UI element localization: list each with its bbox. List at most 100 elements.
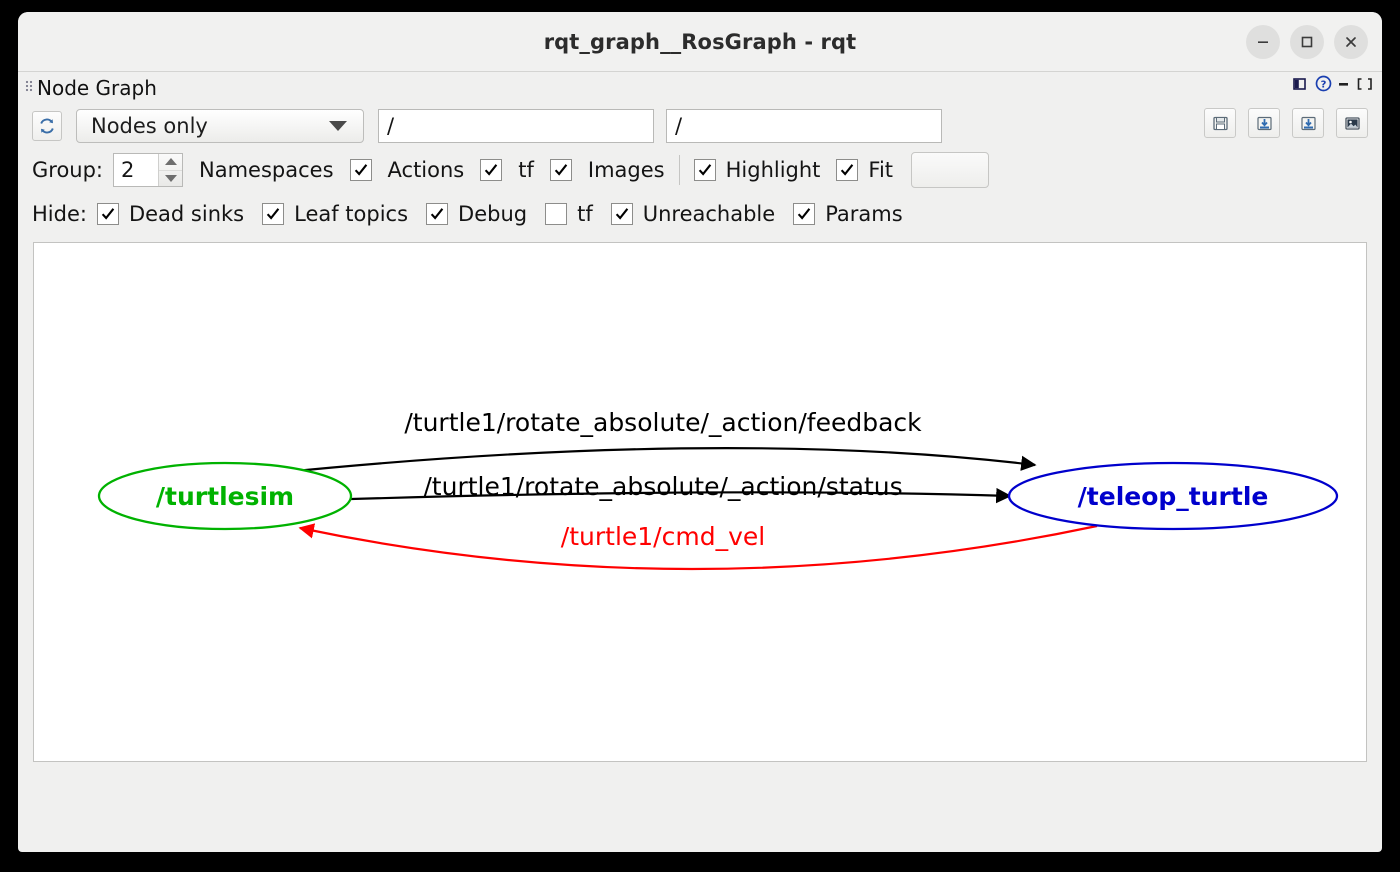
checkbox-dead-sinks[interactable]: Dead sinks [129, 202, 244, 226]
graph-node-turtlesim-label: /turtlesim [156, 482, 294, 511]
checkbox-tf-hide-label: tf [577, 202, 593, 226]
checkbox-params-label: Params [825, 202, 903, 226]
checkbox-highlight[interactable]: Highlight [726, 158, 821, 182]
checkbox-namespaces-box[interactable] [349, 159, 372, 181]
toolbar-action-buttons [1204, 108, 1368, 138]
checkmark-icon [430, 208, 444, 220]
checkbox-tf-hide-box[interactable] [545, 203, 568, 225]
group-spin-buttons[interactable] [158, 154, 183, 187]
checkbox-params-box[interactable] [793, 203, 816, 225]
edge-label-feedback: /turtle1/rotate_absolute/_action/feedbac… [404, 408, 922, 437]
save-dot-icon [1256, 116, 1272, 130]
node-graph-panel-header: Node Graph ? [18, 72, 1382, 102]
checkbox-fit[interactable]: Fit [868, 158, 893, 182]
refresh-button[interactable] [32, 111, 62, 141]
save-image-button[interactable] [1292, 108, 1324, 138]
checkmark-icon [554, 164, 568, 176]
svg-text:?: ? [1321, 79, 1327, 90]
checkbox-debug-label: Debug [458, 202, 528, 226]
checkbox-namespaces[interactable]: Namespaces [199, 158, 334, 182]
window-controls [1246, 12, 1368, 71]
checkbox-leaf-topics-label: Leaf topics [294, 202, 409, 226]
checkmark-icon [615, 208, 628, 220]
triangle-up-icon [164, 158, 177, 166]
checkbox-actions-label: Actions [387, 158, 465, 182]
toolbar-row-group: Group: 2 Namespaces Actions tf Images Hi… [32, 148, 1368, 192]
graph-toolbar: Nodes only / / Group: 2 Namespaces Actio… [18, 102, 1382, 236]
save-dot-button[interactable] [1248, 108, 1280, 138]
toolbar-row-hide: Hide: Dead sinks Leaf topics Debug tf Un… [32, 192, 1368, 236]
filter-primary-value: / [387, 114, 395, 138]
unlabeled-toolbar-button[interactable] [911, 152, 990, 188]
maximize-icon [1301, 36, 1313, 47]
checkbox-tf-group-label: tf [518, 158, 534, 182]
chevron-down-icon [329, 121, 347, 131]
toolbar-separator [678, 155, 680, 185]
spin-down-button[interactable] [159, 169, 183, 187]
float-panel-icon[interactable] [1292, 76, 1310, 92]
graph-node-teleop-turtle-label: /teleop_turtle [1078, 482, 1269, 511]
checkmark-icon [101, 208, 115, 220]
maximize-button[interactable] [1290, 24, 1324, 59]
title-bar: rqt_graph__RosGraph - rqt [18, 12, 1382, 72]
refresh-icon [40, 118, 54, 134]
picture-icon [1344, 116, 1360, 130]
checkmark-icon [266, 208, 280, 220]
help-question-icon[interactable]: ? [1315, 75, 1332, 92]
checkbox-highlight-box[interactable] [693, 159, 716, 181]
edge-feedback-path [284, 447, 1037, 474]
minimize-button[interactable] [1246, 24, 1280, 59]
close-panel-icon[interactable] [1356, 76, 1374, 92]
checkbox-params[interactable]: Params [825, 202, 903, 226]
copy-image-button[interactable] [1336, 108, 1368, 138]
checkbox-images[interactable]: Images [588, 158, 665, 182]
checkbox-unreachable[interactable]: Unreachable [643, 202, 775, 226]
ros-graph-canvas[interactable]: /turtlesim /teleop_turtle /turtle1/rotat… [33, 242, 1367, 762]
graph-type-combobox[interactable]: Nodes only [76, 109, 364, 143]
checkbox-debug-box[interactable] [426, 203, 449, 225]
load-dot-button[interactable] [1204, 108, 1236, 138]
checkbox-actions-box[interactable] [480, 159, 503, 181]
checkbox-tf-hide[interactable]: tf [577, 202, 593, 226]
triangle-down-icon [164, 174, 177, 182]
minimize-dash-icon[interactable] [1337, 76, 1351, 92]
checkbox-fit-box[interactable] [836, 159, 859, 181]
floppy-disk-icon [1212, 116, 1228, 130]
minimize-icon [1258, 40, 1268, 43]
ros-graph-svg: /turtlesim /teleop_turtle /turtle1/rotat… [97, 408, 1339, 571]
checkbox-images-label: Images [587, 158, 665, 182]
filter-secondary-value: / [675, 114, 683, 138]
toolbar-row-filters: Nodes only / / [32, 102, 1368, 148]
checkbox-actions[interactable]: Actions [388, 158, 465, 182]
close-button[interactable] [1334, 24, 1368, 59]
checkbox-tf-group[interactable]: tf [518, 158, 534, 182]
application-window: rqt_graph__RosGraph - rqt Node Graph ? N… [18, 12, 1382, 852]
window-footer [18, 762, 1382, 814]
checkmark-icon [798, 208, 811, 220]
spin-up-button[interactable] [159, 154, 182, 170]
checkbox-leaf-topics[interactable]: Leaf topics [294, 202, 408, 226]
hide-label: Hide: [32, 202, 87, 226]
checkbox-namespaces-label: Namespaces [199, 158, 334, 182]
checkbox-tf-group-box[interactable] [549, 159, 572, 181]
close-icon [1346, 36, 1356, 47]
checkbox-unreachable-box[interactable] [610, 203, 633, 225]
group-label: Group: [32, 158, 104, 182]
group-spinbox[interactable]: 2 [113, 153, 184, 187]
save-image-icon [1300, 116, 1316, 130]
graph-type-value: Nodes only [91, 114, 208, 138]
filter-secondary-input[interactable]: / [666, 109, 942, 143]
panel-drag-grip-icon[interactable] [24, 78, 36, 96]
checkbox-debug[interactable]: Debug [458, 202, 527, 226]
checkmark-icon [354, 164, 367, 176]
checkmark-icon [841, 164, 854, 176]
checkmark-icon [698, 164, 711, 176]
panel-title: Node Graph [37, 76, 157, 100]
checkbox-dead-sinks-box[interactable] [96, 203, 119, 225]
checkbox-unreachable-label: Unreachable [642, 202, 776, 226]
edge-label-cmd-vel: /turtle1/cmd_vel [561, 522, 765, 551]
group-spin-value: 2 [121, 158, 135, 182]
filter-primary-input[interactable]: / [378, 109, 654, 143]
checkbox-leaf-topics-box[interactable] [262, 203, 285, 225]
edge-label-status: /turtle1/rotate_absolute/_action/status [423, 472, 902, 501]
